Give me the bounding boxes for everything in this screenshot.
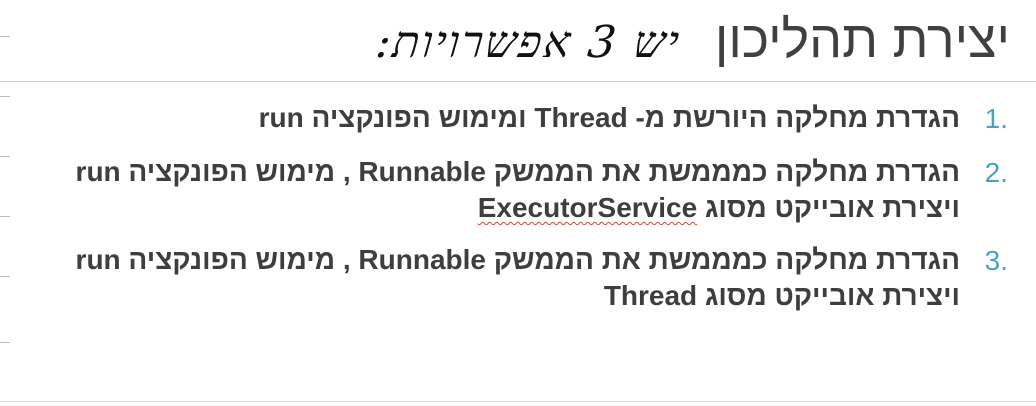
title-divider [0,81,1036,82]
bottom-divider [0,401,1036,402]
item-number: 1. [984,103,1008,134]
item-number: 2. [984,157,1008,188]
margin-tick [0,36,10,37]
spellcheck-underlined-word: ExecutorService [477,192,698,223]
item-text: הגדרת מחלקה היורשת מ- Thread ומימוש הפונ… [258,102,960,133]
margin-tick [0,342,10,343]
item-number: 3. [984,245,1008,276]
options-list: 1. הגדרת מחלקה היורשת מ- Thread ומימוש ה… [0,100,1008,330]
handwritten-annotation: יש 3 אפשרויות: [373,17,684,68]
list-item: 3. הגדרת מחלקה כמממשת את הממשק Runnable … [0,242,1008,314]
title-row: יצירת תהליכון יש 3 אפשרויות: [373,10,1010,70]
list-item: 1. הגדרת מחלקה היורשת מ- Thread ומימוש ה… [0,100,1008,138]
slide-title: יצירת תהליכון [714,11,1010,69]
item-text: הגדרת מחלקה כמממשת את הממשק Runnable , מ… [0,154,960,226]
list-item: 2. הגדרת מחלקה כמממשת את הממשק Runnable … [0,154,1008,226]
item-text: הגדרת מחלקה כמממשת את הממשק Runnable , מ… [75,244,960,311]
margin-tick [0,96,10,97]
